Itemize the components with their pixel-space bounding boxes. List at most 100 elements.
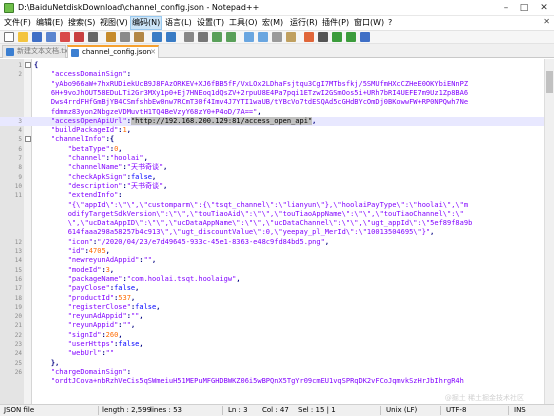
- copy-icon[interactable]: [120, 32, 130, 42]
- close-window-button[interactable]: ✕: [536, 1, 552, 15]
- tab-new-text-document[interactable]: 新建文本文档.txt: [2, 45, 71, 58]
- zoom-out-icon[interactable]: [226, 32, 236, 42]
- code-line[interactable]: 15 "modeId":3,: [0, 266, 544, 275]
- code-line[interactable]: 16 "packageName":"com.hoolai.tsqt.hoolai…: [0, 275, 544, 284]
- code-line[interactable]: "{\"appId\":\"\",\"customparm\":{\"tsqt_…: [0, 201, 544, 210]
- code-line[interactable]: \",\"ucDataAppID\":\"\",\"ucDataAppName\…: [0, 219, 544, 228]
- code-line[interactable]: odifyTargetSdkVersion\":\"\",\"touTiaoAi…: [0, 210, 544, 219]
- code-line[interactable]: 26 "chargeDomainSign":: [0, 368, 544, 377]
- save-macro-icon[interactable]: [360, 32, 370, 42]
- code-token: "channelName": [34, 163, 123, 172]
- code-line[interactable]: "ordtJCova+nbRzhVeCis5qSWmeiuH51MEPuMFGH…: [0, 377, 544, 386]
- code-line[interactable]: 14 "newreyunAdAppid":"",: [0, 256, 544, 265]
- code-token: "signId": [34, 330, 102, 339]
- close-file-icon[interactable]: [60, 32, 70, 42]
- code-line[interactable]: 13 "id":4705,: [0, 247, 544, 256]
- menu-help[interactable]: ?: [388, 17, 392, 29]
- code-line[interactable]: 21 "reyunAppid":"",: [0, 321, 544, 330]
- save-all-icon[interactable]: [46, 32, 56, 42]
- menu-tools[interactable]: 工具(O): [229, 17, 258, 29]
- menu-language[interactable]: 语言(L): [165, 17, 192, 29]
- code-line[interactable]: 6 "betaType":0,: [0, 145, 544, 154]
- code-line[interactable]: 2 "accessDomainSign":: [0, 70, 544, 79]
- line-number: 13: [14, 248, 22, 255]
- fold-toggle-icon[interactable]: [25, 62, 31, 68]
- code-line[interactable]: 22 "signId":260,: [0, 331, 544, 340]
- code-token: 537: [118, 293, 131, 302]
- menu-search[interactable]: 搜索(S): [68, 17, 95, 29]
- vertical-scrollbar[interactable]: [544, 59, 554, 404]
- code-line[interactable]: fdmmz83yon2NbgzeVDMuvtH1TQ4BeVzyY68zY0+P…: [0, 108, 544, 117]
- play-macro-icon[interactable]: [332, 32, 342, 42]
- paste-icon[interactable]: [134, 32, 144, 42]
- tab-channel-config[interactable]: channel_config.json ✕: [67, 45, 159, 58]
- code-line[interactable]: 17 "payClose":false,: [0, 284, 544, 293]
- code-line[interactable]: 24 "webUrl":"": [0, 349, 544, 358]
- replace-icon[interactable]: [198, 32, 208, 42]
- menu-file[interactable]: 文件(F): [4, 17, 31, 29]
- code-line[interactable]: 11 "extendInfo":: [0, 191, 544, 200]
- code-line[interactable]: "yAbo966aW+7hxRUDiekUcB9J8FAzORKEV+XJ6fB…: [0, 80, 544, 89]
- close-document-icon[interactable]: ✕: [543, 17, 550, 26]
- minimize-button[interactable]: –: [498, 1, 514, 15]
- code-line[interactable]: 1{: [0, 61, 544, 70]
- tab-close-icon[interactable]: ✕: [150, 47, 156, 58]
- code-line[interactable]: 25 },: [0, 359, 544, 368]
- cut-icon[interactable]: [106, 32, 116, 42]
- line-number: 9: [18, 173, 22, 181]
- undo-icon[interactable]: [152, 32, 162, 42]
- record-macro-icon[interactable]: [304, 32, 314, 42]
- redo-icon[interactable]: [166, 32, 176, 42]
- code-line[interactable]: 8 "channelName":"天书奇谈",: [0, 163, 544, 172]
- code-line[interactable]: 18 "productId":537,: [0, 294, 544, 303]
- code-line[interactable]: 5 "channelInfo":{: [0, 135, 544, 144]
- sync-scroll-icon[interactable]: [244, 32, 254, 42]
- code-line[interactable]: 7 "channel":"hoolai",: [0, 154, 544, 163]
- print-icon[interactable]: [88, 32, 98, 42]
- word-wrap-icon[interactable]: [258, 32, 268, 42]
- menu-settings[interactable]: 设置(T): [197, 17, 224, 29]
- stop-macro-icon[interactable]: [318, 32, 328, 42]
- menu-macro[interactable]: 宏(M): [262, 17, 283, 29]
- code-token: "": [143, 256, 153, 265]
- find-icon[interactable]: [184, 32, 194, 42]
- code-line[interactable]: 20 "reyunAdAppid":"",: [0, 312, 544, 321]
- menu-plugins[interactable]: 插件(P): [322, 17, 349, 29]
- menu-run[interactable]: 运行(R): [290, 17, 318, 29]
- code-text: "accessDomainSign":: [34, 70, 131, 79]
- run-macro-multiple-icon[interactable]: [346, 32, 356, 42]
- code-line[interactable]: 6H+9voJhOUT58EDuLTi2Gr3MXy1p0+Ej7HNEoq1d…: [0, 89, 544, 98]
- code-token: ,: [324, 237, 330, 246]
- indent-guide-icon[interactable]: [286, 32, 296, 42]
- menu-edit[interactable]: 编辑(E): [36, 17, 63, 29]
- fold-toggle-icon[interactable]: [25, 136, 31, 143]
- code-line[interactable]: 614faaa298a58257b4c913\",\"ugt_discountV…: [0, 228, 544, 237]
- code-line[interactable]: 3 "accessOpenApiUrl":"http://192.168.200…: [0, 116, 544, 126]
- code-line[interactable]: 10 "description":"天书奇谈",: [0, 182, 544, 191]
- code-line[interactable]: 9 "checkApkSign":false,: [0, 173, 544, 182]
- code-line[interactable]: 19 "registerClose":false,: [0, 303, 544, 312]
- menu-window[interactable]: 窗口(W): [354, 17, 384, 29]
- menu-encoding[interactable]: 编码(N): [129, 16, 163, 30]
- maximize-button[interactable]: □: [516, 1, 532, 15]
- code-text: "icon":"/2020/04/23/e7d49645-933c-45e1-8…: [34, 238, 329, 247]
- menu-view[interactable]: 视图(V): [100, 17, 128, 29]
- save-icon[interactable]: [32, 32, 42, 42]
- code-line[interactable]: 4 "buildPackageId":1,: [0, 126, 544, 135]
- code-text: 6H+9voJhOUT58EDuLTi2Gr3MXy1p0+Ej7HNEoq1d…: [34, 89, 468, 98]
- scrollbar-thumb[interactable]: [546, 71, 553, 93]
- editor-area[interactable]: 1{2 "accessDomainSign": "yAbo966aW+7hxRU…: [0, 59, 554, 404]
- show-all-chars-icon[interactable]: [272, 32, 282, 42]
- code-line[interactable]: Dws4rrdFHfGmBjYB4CSmfshbEw0nw7RCmT30f4Im…: [0, 98, 544, 107]
- open-file-icon[interactable]: [18, 32, 28, 42]
- close-all-icon[interactable]: [74, 32, 84, 42]
- code-line[interactable]: 23 "userHttps":false,: [0, 340, 544, 349]
- new-file-icon[interactable]: [4, 32, 14, 42]
- file-tab-icon: [6, 48, 14, 56]
- code-text: "newreyunAdAppid":"",: [34, 256, 157, 265]
- code-line[interactable]: 12 "icon":"/2020/04/23/e7d49645-933c-45e…: [0, 238, 544, 247]
- line-number: 12: [14, 238, 22, 246]
- zoom-in-icon[interactable]: [212, 32, 222, 42]
- code-token: "webUrl": [34, 349, 102, 358]
- code-token: ,: [126, 126, 131, 135]
